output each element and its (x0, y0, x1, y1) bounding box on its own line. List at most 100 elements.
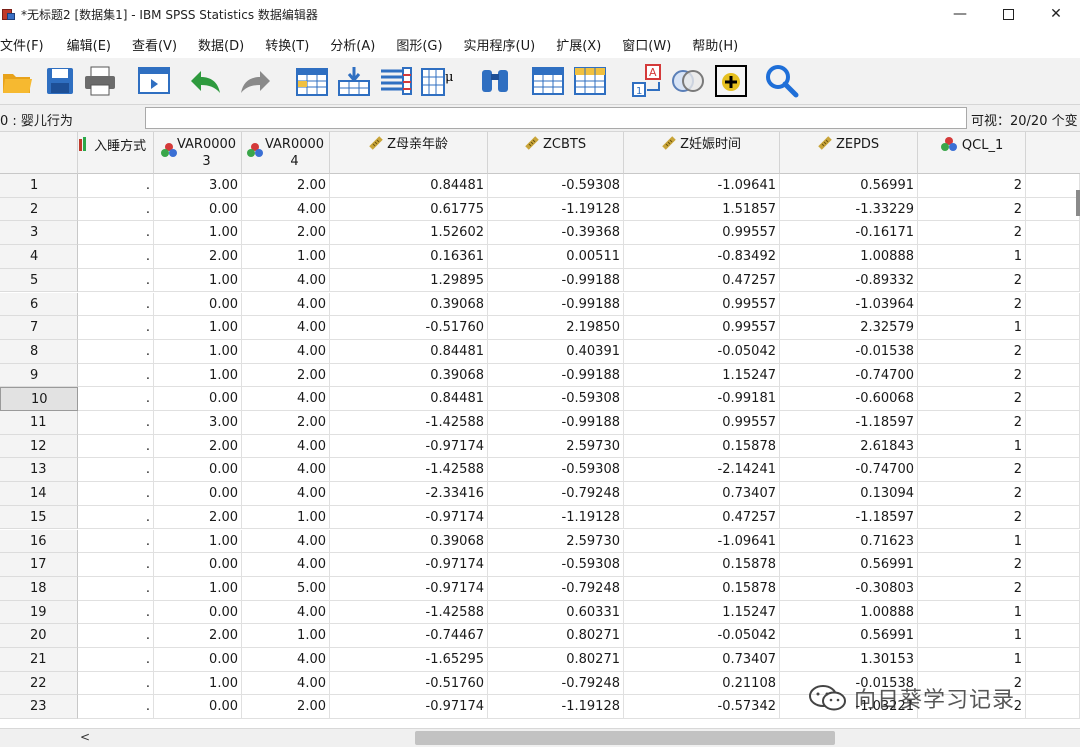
column-header[interactable]: 入睡方式 (78, 132, 154, 174)
table-cell[interactable]: 1 (918, 648, 1026, 672)
table-cell[interactable]: 0.00 (154, 695, 242, 720)
table-cell[interactable]: . (78, 363, 154, 388)
table-cell[interactable]: 0.84481 (330, 387, 488, 411)
table-cell[interactable]: -1.09641 (624, 529, 780, 554)
table-cell[interactable]: . (78, 671, 154, 696)
table-cell[interactable]: 1.00 (154, 576, 242, 601)
table-cell[interactable]: 0.00 (154, 292, 242, 317)
save-icon[interactable] (42, 64, 78, 98)
table-cell[interactable]: -0.89332 (780, 268, 918, 293)
table-cell[interactable]: . (78, 411, 154, 435)
table-cell[interactable]: 2.00 (154, 434, 242, 459)
table-cell[interactable]: 0.00511 (488, 245, 624, 269)
table-cell[interactable]: . (78, 434, 154, 459)
table-cell[interactable]: 1.52602 (330, 221, 488, 246)
table-cell[interactable]: 4.00 (242, 292, 330, 317)
table-cell[interactable]: 0.73407 (624, 482, 780, 506)
table-cell[interactable]: 1.51857 (624, 197, 780, 222)
row-number[interactable]: 3 (0, 221, 78, 246)
row-number[interactable]: 14 (0, 482, 78, 506)
table-cell-empty[interactable] (1026, 576, 1080, 601)
table-cell[interactable]: -1.19128 (488, 505, 624, 530)
table-cell-empty[interactable] (1026, 174, 1080, 198)
table-cell[interactable]: 2.61843 (780, 434, 918, 459)
table-cell[interactable]: 2.00 (242, 411, 330, 435)
table-cell-empty[interactable] (1026, 339, 1080, 364)
table-cell[interactable]: 5.00 (242, 576, 330, 601)
row-number[interactable]: 13 (0, 458, 78, 483)
table-cell[interactable]: -0.60068 (780, 387, 918, 411)
table-cell[interactable]: 4.00 (242, 339, 330, 364)
table-cell[interactable]: 2 (918, 505, 1026, 530)
value-labels-icon[interactable]: A1 (630, 64, 666, 98)
table-cell[interactable]: 4.00 (242, 268, 330, 293)
column-header[interactable]: ZEPDS (780, 132, 918, 174)
table-cell[interactable]: 0.15878 (624, 576, 780, 601)
table-cell[interactable]: 0.21108 (624, 671, 780, 696)
close-button[interactable]: ✕ (1032, 0, 1080, 28)
row-number[interactable]: 11 (0, 411, 78, 435)
table-cell[interactable]: . (78, 221, 154, 246)
dialog-recall-icon[interactable] (136, 64, 172, 98)
table-cell[interactable]: 0.39068 (330, 363, 488, 388)
table-cell[interactable]: 2.19850 (488, 316, 624, 340)
row-number[interactable]: 19 (0, 600, 78, 625)
table-cell[interactable]: 0.73407 (624, 648, 780, 672)
menu-transform[interactable]: 转换(T) (265, 35, 330, 54)
table-cell[interactable]: 4.00 (242, 553, 330, 577)
row-number[interactable]: 4 (0, 245, 78, 269)
variables-icon[interactable] (378, 64, 414, 98)
row-number[interactable]: 6 (0, 292, 78, 317)
table-cell-empty[interactable] (1026, 268, 1080, 293)
table-cell[interactable]: -0.51760 (330, 671, 488, 696)
table-cell[interactable]: -0.59308 (488, 174, 624, 198)
table-cell-empty[interactable] (1026, 411, 1080, 435)
table-cell[interactable]: -0.97174 (330, 434, 488, 459)
table-cell[interactable]: -0.05042 (624, 339, 780, 364)
column-header[interactable]: ZCBTS (488, 132, 624, 174)
table-cell[interactable]: 0.00 (154, 458, 242, 483)
table-cell[interactable]: 0.47257 (624, 505, 780, 530)
table-cell[interactable]: 0.84481 (330, 339, 488, 364)
table-cell[interactable]: 1 (918, 624, 1026, 648)
table-cell[interactable]: -0.97174 (330, 553, 488, 577)
table-cell[interactable]: -0.99188 (488, 292, 624, 317)
row-number[interactable]: 18 (0, 576, 78, 601)
row-number[interactable]: 1 (0, 174, 78, 198)
vertical-scrollbar-thumb[interactable] (1076, 190, 1080, 216)
table-cell[interactable]: 0.00 (154, 648, 242, 672)
table-cell[interactable]: -0.59308 (488, 553, 624, 577)
table-cell[interactable]: 1.00 (154, 316, 242, 340)
table-cell[interactable]: 0.71623 (780, 529, 918, 554)
table-cell[interactable]: 1.00 (154, 363, 242, 388)
table-cell[interactable]: 2 (918, 197, 1026, 222)
menu-analyze[interactable]: 分析(A) (330, 35, 396, 54)
table-cell[interactable]: . (78, 576, 154, 601)
row-number[interactable]: 22 (0, 671, 78, 696)
menu-view[interactable]: 查看(V) (132, 35, 198, 54)
row-number[interactable]: 9 (0, 363, 78, 388)
table-cell[interactable]: -0.74700 (780, 458, 918, 483)
table-cell-empty[interactable] (1026, 434, 1080, 459)
redo-icon[interactable] (237, 64, 273, 98)
table-cell[interactable]: 0.99557 (624, 316, 780, 340)
table-cell[interactable]: -0.97174 (330, 505, 488, 530)
table-cell[interactable]: -0.59308 (488, 387, 624, 411)
table-cell[interactable]: 0.00 (154, 600, 242, 625)
table-cell[interactable]: -0.97174 (330, 576, 488, 601)
table-cell[interactable]: 2.00 (154, 624, 242, 648)
table-cell-empty[interactable] (1026, 671, 1080, 696)
table-cell[interactable]: 0.56991 (780, 553, 918, 577)
table-cell[interactable]: 2 (918, 221, 1026, 246)
table-cell[interactable]: 2.00 (242, 174, 330, 198)
spelling-icon[interactable] (764, 64, 800, 98)
table-cell[interactable]: 1.00 (242, 245, 330, 269)
table-cell[interactable]: 0.99557 (624, 221, 780, 246)
table-cell[interactable]: -1.65295 (330, 648, 488, 672)
table-cell-empty[interactable] (1026, 505, 1080, 530)
table-cell[interactable]: . (78, 553, 154, 577)
row-number[interactable]: 10 (0, 387, 78, 411)
menu-file[interactable]: 文件(F) (0, 35, 67, 54)
table-cell[interactable]: 0.39068 (330, 529, 488, 554)
table-cell[interactable]: -0.99188 (488, 268, 624, 293)
